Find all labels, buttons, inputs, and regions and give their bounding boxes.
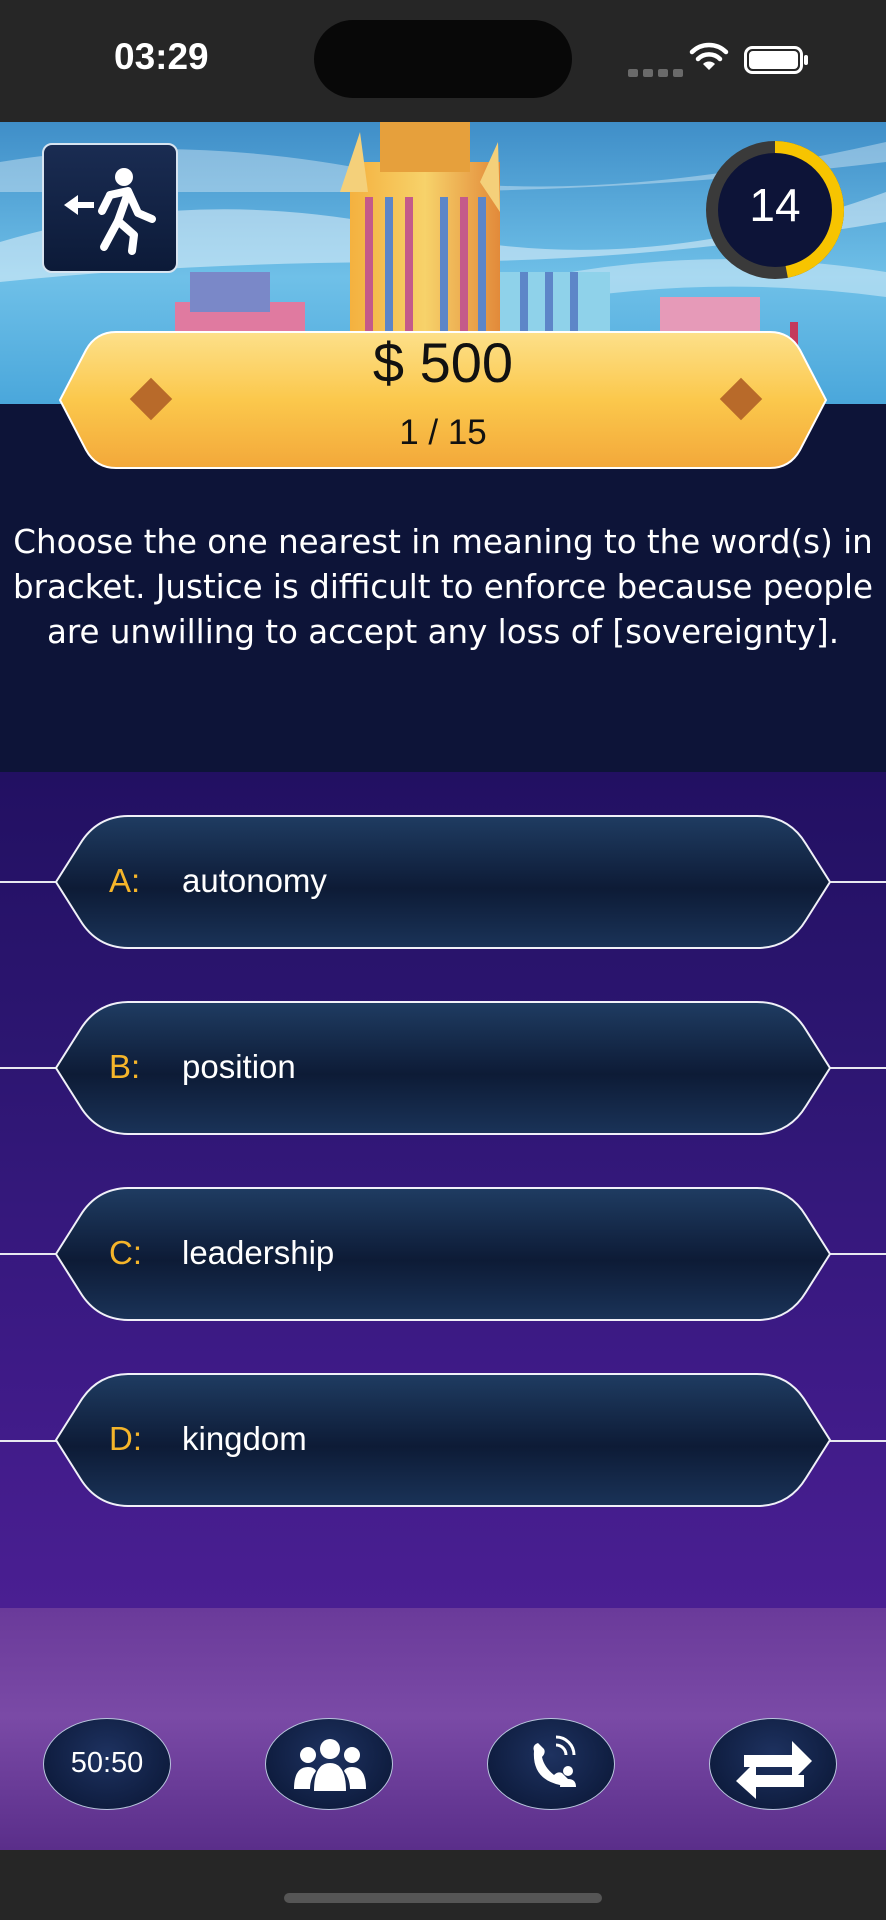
status-time: 03:29 xyxy=(114,36,209,77)
fifty-fifty-button[interactable]: 50:50 xyxy=(43,1718,171,1810)
answer-connector-left xyxy=(0,1253,58,1255)
answer-letter: D: xyxy=(109,1420,142,1457)
answer-text: kingdom xyxy=(182,1420,307,1457)
status-bar: 03:29 xyxy=(0,0,886,122)
answer-connector-right xyxy=(830,881,886,883)
exit-button[interactable] xyxy=(42,143,178,273)
answer-connector-right xyxy=(830,1253,886,1255)
answer-option-a[interactable]: A: autonomy xyxy=(54,814,832,950)
answer-connector-right xyxy=(830,1440,886,1442)
question-text: Choose the one nearest in meaning to the… xyxy=(12,523,873,651)
ask-audience-button[interactable] xyxy=(265,1718,393,1810)
home-indicator[interactable] xyxy=(284,1893,602,1903)
bottom-bar xyxy=(0,1850,886,1920)
battery-icon xyxy=(744,46,808,74)
answer-option-c[interactable]: C: leadership xyxy=(54,1186,832,1322)
answer-connector-left xyxy=(0,881,58,883)
cellular-signal-icon xyxy=(628,64,688,82)
answer-text: position xyxy=(182,1048,296,1085)
dynamic-island xyxy=(314,20,572,98)
switch-question-button[interactable] xyxy=(709,1718,837,1810)
fifty-fifty-label: 50:50 xyxy=(70,1747,144,1779)
answer-letter: A: xyxy=(109,862,141,899)
answer-text: leadership xyxy=(182,1234,335,1271)
switch-question-icon xyxy=(736,1741,812,1799)
answer-option-d[interactable]: D: kingdom xyxy=(54,1372,832,1508)
audience-icon xyxy=(294,1739,366,1791)
phone-friend-icon xyxy=(533,1735,576,1787)
prize-amount: $ 500 xyxy=(372,331,514,394)
answer-letter: B: xyxy=(109,1048,141,1085)
timer-seconds: 14 xyxy=(749,179,801,231)
exit-running-icon xyxy=(64,168,156,255)
answer-option-b[interactable]: B: position xyxy=(54,1000,832,1136)
answer-connector-left xyxy=(0,1440,58,1442)
answer-text: autonomy xyxy=(182,862,327,899)
question-counter: 1 / 15 xyxy=(399,413,487,452)
answer-letter: C: xyxy=(109,1234,142,1271)
wifi-icon xyxy=(689,42,729,70)
answer-connector-left xyxy=(0,1067,58,1069)
phone-friend-button[interactable] xyxy=(487,1718,615,1810)
answer-connector-right xyxy=(830,1067,886,1069)
